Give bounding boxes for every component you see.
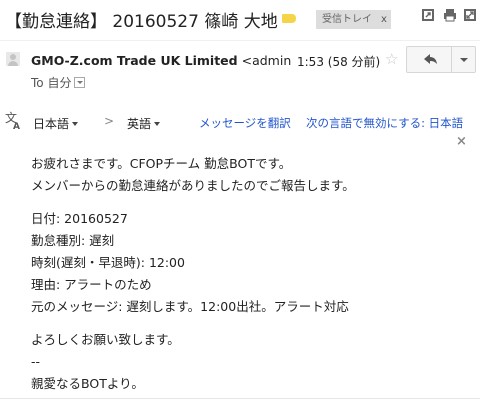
- body-line: 日付: 20160527: [31, 211, 128, 226]
- sender-email: <admin: [241, 53, 292, 68]
- chevron-down-icon: [460, 58, 468, 62]
- recipient-line: To 自分: [31, 74, 86, 91]
- show-details-dropdown[interactable]: [74, 77, 86, 88]
- inbox-label-chip[interactable]: 受信トレイ x: [316, 10, 391, 29]
- target-language-label: 英語: [127, 117, 152, 131]
- body-line: 理由: アラートのため: [31, 277, 152, 292]
- body-line: 親愛なるBOTより。: [31, 376, 144, 391]
- language-arrow: >: [104, 114, 115, 128]
- remove-label-button[interactable]: x: [381, 14, 387, 25]
- reply-button[interactable]: [406, 46, 452, 73]
- inbox-label-text: 受信トレイ: [322, 14, 372, 25]
- open-in-new-window-icon[interactable]: [421, 8, 435, 22]
- email-subject: 【勤怠連絡】 20160527 篠崎 大地: [5, 12, 278, 32]
- source-language-label: 日本語: [33, 117, 70, 131]
- label-tag-icon[interactable]: [282, 14, 296, 23]
- source-language-select[interactable]: 日本語: [33, 115, 79, 132]
- footer-divider: [0, 398, 480, 399]
- body-line: お疲れさまです。CFOPチーム 勤怠BOTです。: [31, 156, 292, 171]
- avatar-icon: [6, 52, 20, 66]
- body-line: 時刻(遅刻・早退時): 12:00: [31, 255, 185, 270]
- body-line: よろしくお願い致します。: [31, 332, 180, 347]
- expand-icon[interactable]: [463, 8, 477, 22]
- subject-row: 【勤怠連絡】 20160527 篠崎 大地 受信トレイ x: [0, 0, 480, 40]
- message-time: 1:53 (58 分前): [297, 55, 381, 69]
- to-prefix: To: [31, 76, 44, 90]
- to-recipient: 自分: [47, 76, 72, 90]
- reply-icon: [424, 54, 437, 64]
- body-line: --: [31, 354, 41, 369]
- more-options-button[interactable]: [451, 46, 476, 73]
- body-line: 元のメッセージ: 遅刻します。12:00出社。アラート対応: [31, 299, 349, 314]
- close-translation-button[interactable]: ×: [456, 134, 467, 149]
- caret-down-icon: [72, 122, 79, 126]
- print-icon[interactable]: [443, 8, 457, 22]
- translate-message-link[interactable]: メッセージを翻訳: [199, 115, 291, 131]
- body-line: メンバーからの勤怠連絡がありましたのでご報告します。: [31, 178, 355, 193]
- star-icon[interactable]: ☆: [385, 50, 398, 68]
- header-divider: [0, 40, 480, 41]
- message-body: お疲れさまです。CFOPチーム 勤怠BOTです。 メンバーからの勤怠連絡がありま…: [31, 153, 355, 395]
- caret-down-icon: [154, 122, 161, 126]
- sender-name: GMO-Z.com Trade UK Limited: [31, 53, 238, 68]
- sender-line[interactable]: GMO-Z.com Trade UK Limited <admin: [31, 53, 291, 68]
- disable-translation-link[interactable]: 次の言語で無効にする: 日本語: [306, 115, 463, 131]
- body-line: 勤怠種別: 遅刻: [31, 233, 115, 248]
- translate-icon: 文 A: [5, 110, 20, 130]
- target-language-select[interactable]: 英語: [127, 115, 161, 132]
- svg-text:A: A: [13, 122, 20, 130]
